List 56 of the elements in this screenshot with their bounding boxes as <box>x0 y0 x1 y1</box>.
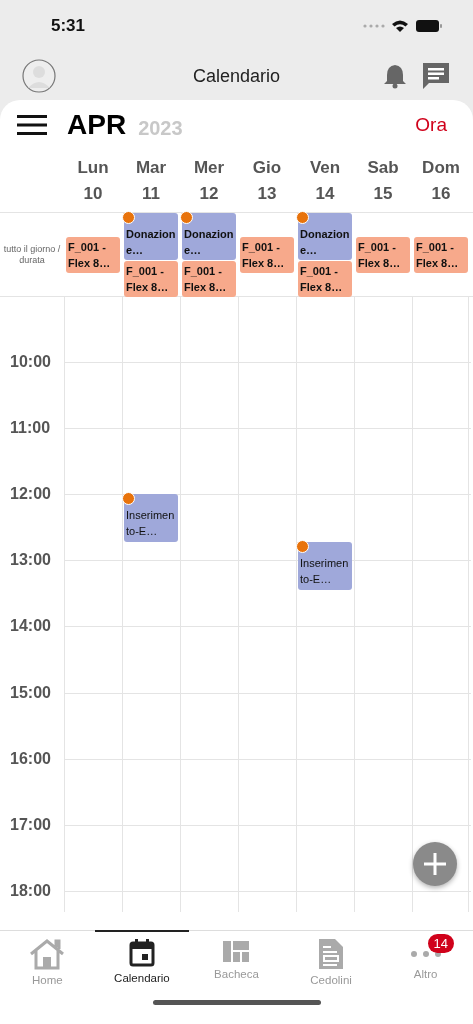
today-button[interactable]: Ora <box>415 114 447 136</box>
weekday-label: Dom <box>422 158 460 178</box>
hour-label: 11:00 <box>10 419 51 438</box>
event-chip[interactable]: F_001 - Flex 8… <box>240 237 294 273</box>
screen-title: Calendario <box>192 65 281 86</box>
more-icon <box>410 951 441 957</box>
plus-icon <box>422 851 448 877</box>
message-icon[interactable] <box>421 61 451 91</box>
day-number: 13 <box>257 184 277 204</box>
all-day-label: tutto il giorno / durata <box>2 244 62 266</box>
battery-icon <box>415 19 443 33</box>
event-chip[interactable]: Inserimento-E… <box>298 541 352 591</box>
event-chip[interactable]: Donazione… <box>182 213 236 260</box>
event-chip[interactable]: F_001 - Flex 8… <box>182 261 236 297</box>
event-chip[interactable]: F_001 - Flex 8… <box>414 237 468 273</box>
house-icon <box>28 938 67 970</box>
event-chip[interactable]: Donazione… <box>124 213 178 260</box>
notification-badge: 14 <box>427 934 455 953</box>
event-chip[interactable]: F_001 - Flex 8… <box>356 237 410 273</box>
bell-icon[interactable] <box>383 63 407 89</box>
month-label: APR <box>67 109 127 141</box>
weekday-label: Gio <box>252 158 282 178</box>
event-chip[interactable]: F_001 - Flex 8… <box>66 237 120 273</box>
day-number: 14 <box>315 184 335 204</box>
event-chip[interactable]: F_001 - Flex 8… <box>124 261 178 297</box>
event-chip[interactable]: F_001 - Flex 8… <box>298 261 352 297</box>
day-number: 12 <box>199 184 219 204</box>
weekday-label: Ven <box>309 158 341 178</box>
wifi-icon <box>391 19 409 33</box>
hour-label: 13:00 <box>10 551 51 570</box>
status-time: 5:31 <box>51 16 86 36</box>
document-icon <box>318 938 345 970</box>
hour-label: 18:00 <box>10 881 51 900</box>
hour-label: 14:00 <box>10 617 51 636</box>
dashboard-icon <box>222 938 251 964</box>
weekday-label: Lun <box>77 158 109 178</box>
day-number: 11 <box>142 184 160 204</box>
hour-label: 10:00 <box>10 353 51 371</box>
hour-label: 15:00 <box>10 683 51 702</box>
hour-label: 16:00 <box>10 749 51 768</box>
add-button[interactable] <box>413 842 457 886</box>
weekday-label: Mer <box>193 158 225 178</box>
day-number: 10 <box>83 184 103 204</box>
tab-bar-item[interactable]: Altro 14 <box>378 930 473 993</box>
avatar-icon[interactable] <box>22 59 56 93</box>
day-number: 15 <box>373 184 393 204</box>
event-chip[interactable]: Donazione… <box>298 213 352 260</box>
weekday-label: Sab <box>367 158 399 178</box>
weekday-label: Mar <box>135 158 167 178</box>
hour-label: 12:00 <box>10 485 51 504</box>
event-chip[interactable]: Inserimento-E… <box>124 494 178 542</box>
calendar-icon <box>127 938 156 968</box>
signal-icon <box>363 24 385 28</box>
hour-label: 17:00 <box>10 815 51 834</box>
menu-icon[interactable] <box>17 115 47 135</box>
day-number: 16 <box>431 184 451 204</box>
